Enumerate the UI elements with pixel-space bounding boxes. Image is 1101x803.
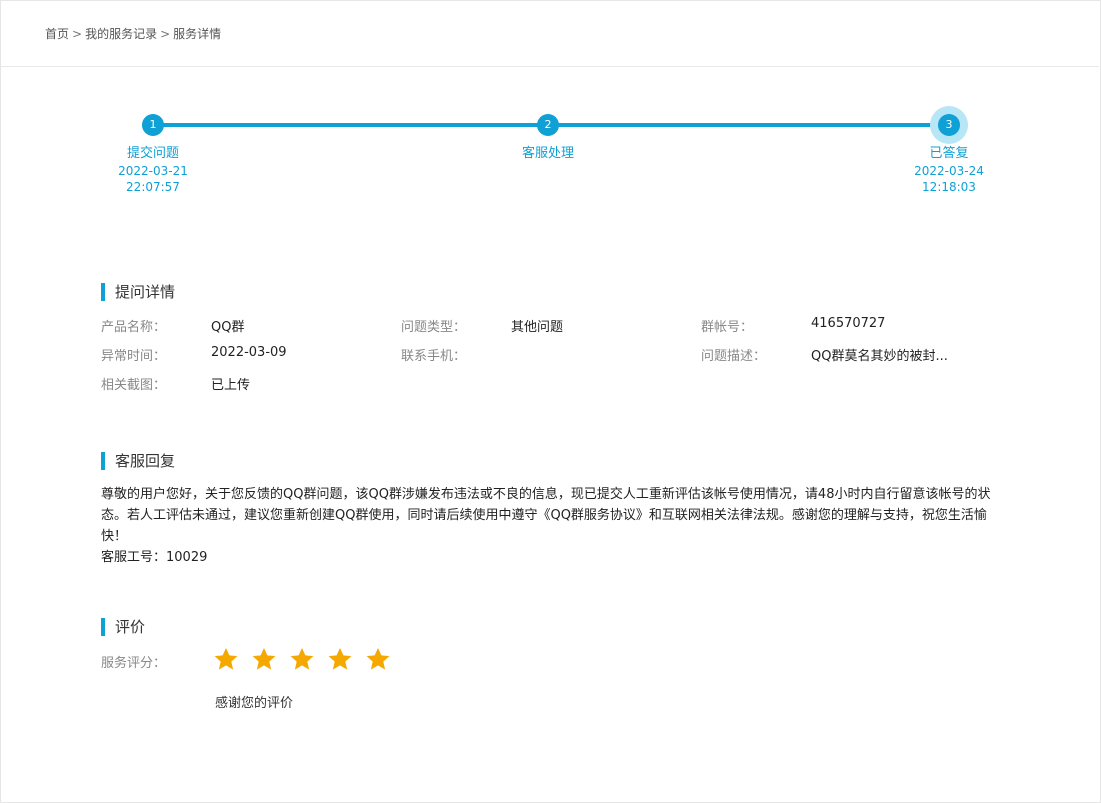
header-divider (0, 66, 1099, 67)
screenshot-label: 相关截图： (101, 378, 167, 393)
breadcrumb: 首页 > 我的服务记录 > 服务详情 (45, 25, 221, 42)
rating-thanks-text: 感谢您的评价 (215, 696, 294, 711)
question-type-label: 问题类型： (401, 320, 467, 335)
step-number-badge: 3 (938, 114, 960, 136)
step-number-badge: 1 (142, 114, 164, 136)
description-value[interactable]: QQ群莫名其妙的被封... (811, 345, 948, 364)
star-icon (252, 647, 276, 670)
product-name-value: QQ群 (211, 320, 245, 335)
question-type-value: 其他问题 (511, 320, 564, 335)
star-icon (366, 647, 390, 670)
step-time: 12:18:03 (922, 180, 976, 194)
star-icon (290, 647, 314, 670)
step-label: 提交问题 (126, 146, 179, 161)
reply-text: 尊敬的用户您好，关于您反馈的QQ群问题，该QQ群涉嫌发布违法或不良的信息，现已提… (101, 487, 991, 544)
step-time: 22:07:57 (126, 180, 180, 194)
step-date: 2022-03-24 (914, 164, 984, 178)
breadcrumb-separator: > (160, 27, 171, 41)
step-date: 2022-03-21 (118, 164, 188, 178)
group-account-value: 416570727 (811, 316, 886, 331)
reply-block: 尊敬的用户您好，关于您反馈的QQ群问题，该QQ群涉嫌发布违法或不良的信息，现已提… (101, 484, 1011, 568)
step-number-badge: 2 (537, 114, 559, 136)
star-rating (213, 646, 391, 672)
step-submitted: 1 提交问题 2022-03-21 22:07:57 (73, 105, 233, 195)
star-icon (328, 647, 352, 670)
step-label: 客服处理 (521, 146, 574, 161)
step-answered: 3 已答复 2022-03-24 12:18:03 (869, 105, 1029, 195)
product-name-label: 产品名称： (101, 320, 167, 335)
breadcrumb-separator: > (72, 27, 83, 41)
description-label: 问题描述： (701, 349, 767, 364)
screenshot-value[interactable]: 已上传 (211, 374, 250, 393)
abnormal-time-label: 异常时间： (101, 349, 167, 364)
section-title-details: 提问详情 (101, 283, 175, 301)
service-score-label: 服务评分： (101, 656, 167, 671)
group-account-label: 群帐号： (701, 320, 754, 335)
abnormal-time-value: 2022-03-09 (211, 345, 287, 360)
breadcrumb-current: 服务详情 (173, 27, 222, 41)
breadcrumb-home-link[interactable]: 首页 (45, 27, 69, 41)
contact-phone-label: 联系手机： (401, 349, 467, 364)
step-label: 已答复 (929, 146, 969, 161)
step-processing: 2 客服处理 (468, 105, 628, 163)
section-title-reply: 客服回复 (101, 452, 175, 470)
breadcrumb-records-link[interactable]: 我的服务记录 (85, 27, 157, 41)
star-icon (214, 647, 238, 670)
section-title-rating: 评价 (101, 618, 145, 636)
agent-id: 客服工号：10029 (101, 550, 208, 565)
